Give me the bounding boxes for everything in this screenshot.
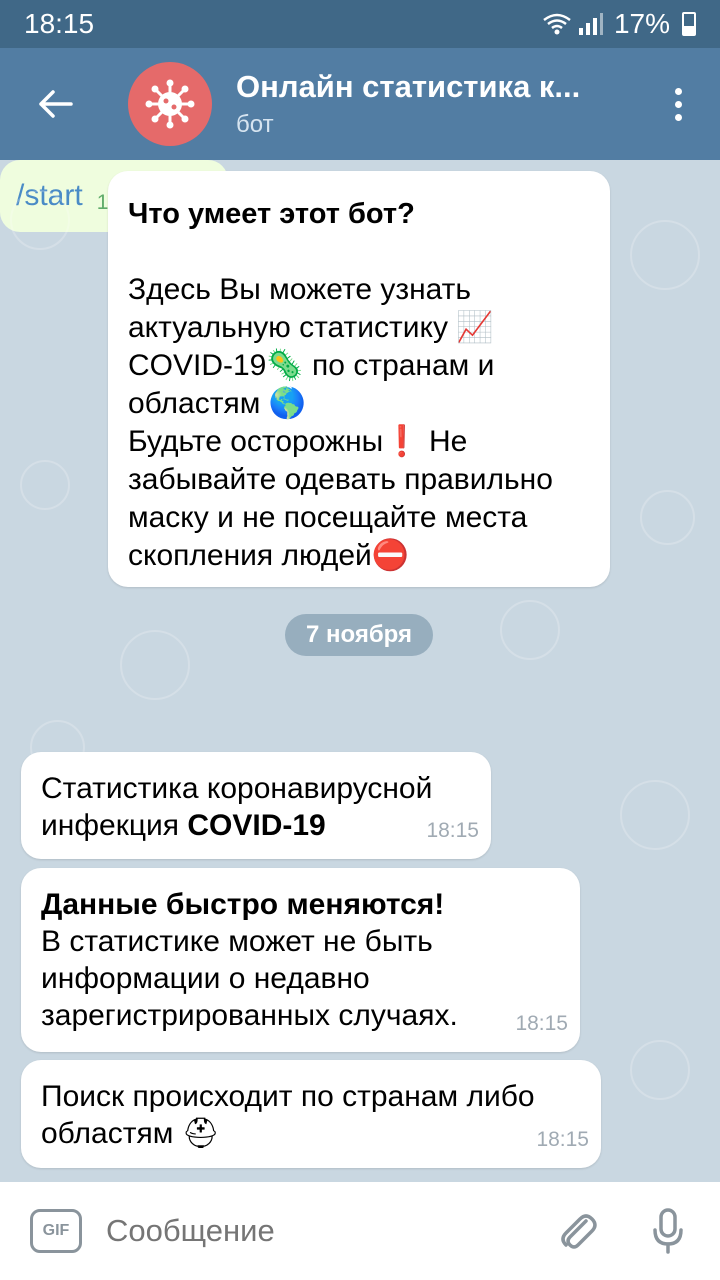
battery-icon — [682, 12, 696, 36]
chat-info[interactable]: Онлайн статистика к... бот — [236, 69, 648, 139]
more-dot-icon — [674, 113, 682, 121]
signal-icon — [578, 13, 603, 35]
bot-info-title: Что умеет этот бот? — [128, 198, 415, 230]
background-doodle — [10, 190, 70, 250]
status-bar: 18:15 17% — [0, 0, 720, 48]
bot-info-card: Что умеет этот бот? Здесь Вы можете узна… — [108, 171, 610, 587]
chat-header: Онлайн статистика к... бот — [0, 48, 720, 160]
background-doodle — [640, 490, 695, 545]
message-time: 18:15 — [536, 1128, 589, 1151]
message-time: 18:15 — [515, 1012, 568, 1035]
incoming-message[interactable]: Поиск происходит по странам либо областя… — [21, 1060, 601, 1168]
arrow-left-icon — [39, 90, 73, 118]
more-dot-icon — [674, 100, 682, 108]
message-composer: GIF — [0, 1182, 720, 1280]
incoming-message[interactable]: Статистика коронавирусной инфекция COVID… — [21, 752, 491, 859]
paperclip-icon — [561, 1214, 597, 1249]
message-text-bold: Данные быстро меняются! — [41, 888, 445, 921]
bot-info-text: Здесь Вы можете узнать актуальную статис… — [128, 273, 553, 572]
avatar[interactable] — [128, 62, 212, 146]
background-doodle — [20, 460, 70, 510]
chat-title: Онлайн статистика к... — [236, 69, 581, 104]
status-time: 18:15 — [24, 8, 95, 39]
microphone-button[interactable] — [638, 1201, 698, 1261]
background-doodle — [620, 780, 690, 850]
virus-icon — [145, 79, 195, 129]
battery-percent: 17% — [613, 8, 670, 39]
more-dot-icon — [674, 87, 682, 95]
attach-button[interactable] — [548, 1201, 608, 1261]
incoming-message[interactable]: Данные быстро меняются! В статистике мож… — [21, 868, 580, 1052]
message-text: В статистике может не быть информации о … — [41, 925, 458, 1032]
background-doodle — [500, 600, 560, 660]
message-text-bold: COVID-19 — [187, 809, 326, 842]
chat-area[interactable]: Что умеет этот бот? Здесь Вы можете узна… — [0, 160, 720, 1182]
gif-button[interactable]: GIF — [30, 1209, 82, 1253]
message-text: Поиск происходит по странам либо областя… — [41, 1080, 535, 1150]
back-button[interactable] — [0, 48, 110, 160]
background-doodle — [630, 1040, 690, 1100]
message-input[interactable] — [106, 1213, 548, 1249]
more-options-button[interactable] — [648, 48, 708, 160]
microphone-icon — [653, 1208, 683, 1254]
message-time: 18:15 — [426, 819, 479, 842]
background-doodle — [120, 630, 190, 700]
background-doodle — [630, 220, 700, 290]
date-separator: 7 ноября — [285, 614, 433, 656]
chat-subtitle: бот — [236, 111, 274, 138]
wifi-icon — [543, 13, 571, 35]
